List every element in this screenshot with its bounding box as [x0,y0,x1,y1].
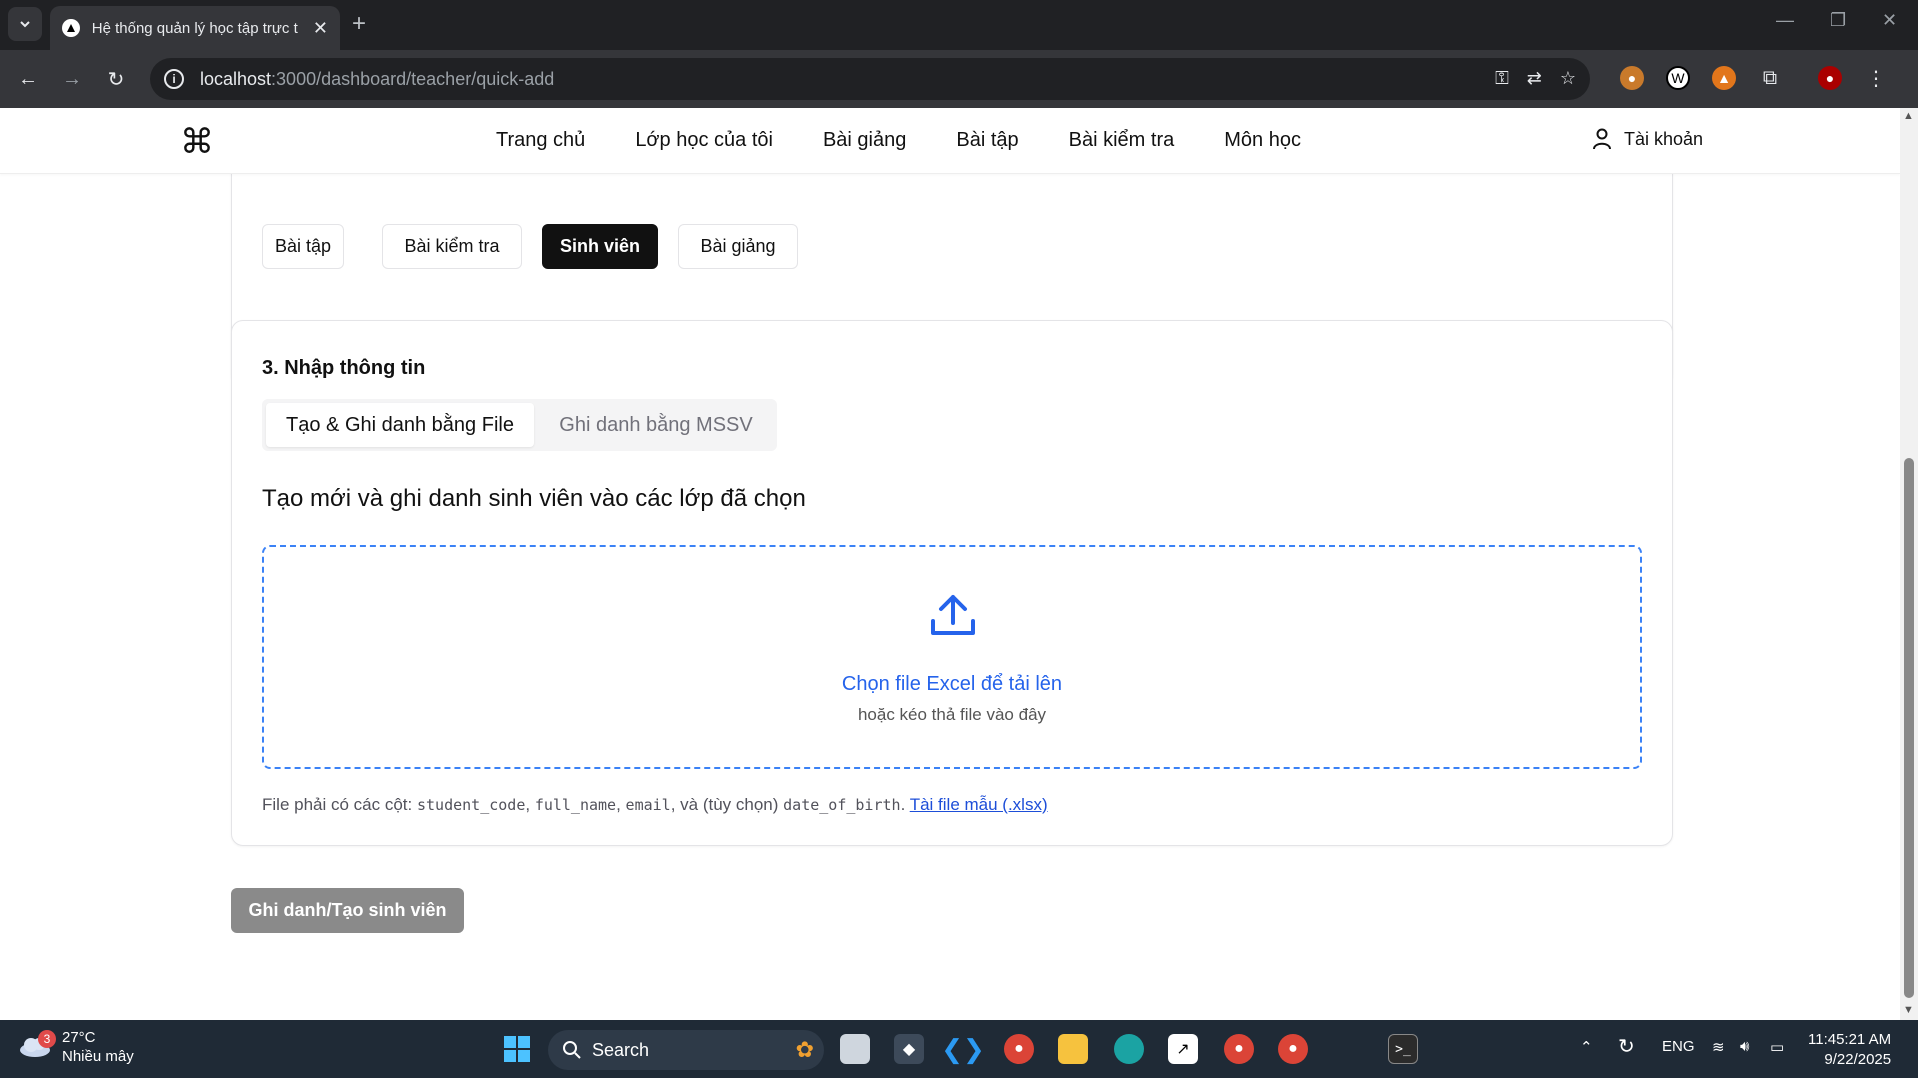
nav-home[interactable]: Trang chủ [496,129,585,152]
browser-tab[interactable]: Hệ thống quản lý học tập trực t ✕ [50,6,340,50]
subsection-title: Tạo mới và ghi danh sinh viên vào các lớ… [262,485,806,512]
address-bar[interactable]: i localhost:3000/dashboard/teacher/quick… [150,58,1590,100]
edge-icon[interactable] [1114,1034,1144,1064]
search-label: Search [592,1039,650,1060]
tab-mssv-enroll[interactable]: Ghi danh bằng MSSV [540,403,772,447]
language-indicator[interactable]: ENG [1662,1038,1695,1055]
dropzone-hint: hoặc kéo thả file vào đây [857,705,1047,724]
main-nav: Trang chủ Lớp học của tôi Bài giảng Bài … [496,129,1301,152]
reload-icon[interactable]: ↻ [100,63,132,95]
task-view-icon[interactable] [840,1034,870,1064]
blank-app-icon[interactable] [1334,1034,1364,1064]
weather-widget[interactable]: 3 27°C Nhiều mây [18,1028,134,1066]
wifi-icon[interactable]: ≋ [1712,1038,1725,1056]
chevron-down-icon [20,21,30,28]
sync-icon[interactable]: ↻ [1618,1034,1635,1059]
file-explorer-icon[interactable] [1058,1034,1088,1064]
cursor-app-icon[interactable]: ↗ [1168,1034,1198,1064]
back-icon[interactable]: ← [12,63,44,95]
volume-icon[interactable]: 🔊︎ [1740,1038,1749,1055]
terminal-icon[interactable]: >_ [1388,1034,1418,1064]
type-button-lecture[interactable]: Bài giảng [678,224,798,269]
choose-file-link[interactable]: Chọn file Excel để tải lên [264,673,1640,696]
type-button-student[interactable]: Sinh viên [542,224,658,269]
command-logo-icon[interactable]: ⌘ [180,122,214,162]
translate-icon[interactable]: ⇄ [1527,68,1542,89]
battery-icon[interactable]: ▭ [1770,1038,1784,1056]
minimize-icon[interactable]: — [1776,10,1794,31]
download-template-link[interactable]: Tài file mẫu (.xlsx) [910,795,1048,814]
search-icon [563,1041,581,1059]
site-info-icon[interactable]: i [164,69,184,89]
chevron-up-icon[interactable]: ⌃ [1580,1038,1593,1056]
nav-lectures[interactable]: Bài giảng [823,129,906,152]
search-highlight-icon: ✿ [795,1037,814,1062]
weather-condition: Nhiều mây [62,1048,134,1065]
chrome-profile-3-icon[interactable]: ● [1278,1034,1308,1064]
puzzle-icon[interactable]: ⧉ [1758,66,1782,90]
tab-search-button[interactable] [8,7,42,41]
type-button-exam[interactable]: Bài kiểm tra [382,224,522,269]
chrome-profile-2-icon[interactable]: ● [1224,1034,1254,1064]
clock-date: 9/22/2025 [1824,1051,1892,1068]
vscode-icon[interactable]: ❮❯ [941,1034,985,1064]
clock-time: 11:45:21 AM [1808,1031,1892,1048]
extension-person-icon[interactable]: ● [1620,66,1644,90]
file-format-note: File phải có các cột: student_code, full… [262,795,1048,814]
page-scrollbar[interactable]: ▲ ▼ [1900,108,1918,1020]
input-info-card: 3. Nhập thông tin Tạo & Ghi danh bằng Fi… [231,320,1673,846]
windows-start-icon[interactable] [502,1034,532,1064]
profile-avatar[interactable]: ● [1818,66,1842,90]
restore-icon[interactable]: ❐ [1830,10,1846,31]
enroll-submit-button[interactable]: Ghi danh/Tạo sinh viên [231,888,464,933]
chrome-icon[interactable]: ● [1004,1034,1034,1064]
weather-badge: 3 [38,1030,56,1048]
nav-my-classes[interactable]: Lớp học của tôi [635,129,773,152]
cloud-icon: 3 [18,1030,56,1060]
browser-tab-bar: Hệ thống quản lý học tập trực t ✕ + — ❐ … [0,0,1918,50]
system-clock[interactable]: 11:45:21 AM 9/22/2025 [1808,1030,1891,1070]
temperature: 27°C [62,1029,96,1046]
scroll-up-icon[interactable]: ▲ [1903,110,1914,122]
close-icon[interactable]: ✕ [313,18,328,39]
extension-w-icon[interactable]: W [1666,66,1690,90]
file-dropzone[interactable]: Chọn file Excel để tải lên hoặc kéo thả … [262,545,1642,769]
section-title: 3. Nhập thông tin [262,357,426,379]
extensions-area: ● W ▲ ⧉ ● ⋮ [1620,66,1888,90]
nav-assignments[interactable]: Bài tập [956,129,1018,152]
new-tab-icon[interactable]: + [352,10,366,38]
forward-icon[interactable]: → [56,63,88,95]
upload-icon [931,595,975,635]
url-text: localhost:3000/dashboard/teacher/quick-a… [200,68,555,89]
tab-file-enroll[interactable]: Tạo & Ghi danh bằng File [266,403,534,447]
account-menu[interactable]: Tài khoản [1592,128,1703,150]
unity-icon[interactable]: ◆ [894,1034,924,1064]
page-content: ⌘ Trang chủ Lớp học của tôi Bài giảng Bà… [0,108,1900,1020]
key-icon[interactable]: ⚿ [1495,68,1509,89]
scroll-down-icon[interactable]: ▼ [1903,1004,1914,1016]
taskbar-search[interactable]: Search ✿ [548,1030,824,1070]
type-button-assignment[interactable]: Bài tập [262,224,344,269]
scroll-thumb[interactable] [1904,458,1914,998]
site-header: ⌘ Trang chủ Lớp học của tôi Bài giảng Bà… [0,108,1900,174]
star-icon[interactable]: ☆ [1560,68,1576,89]
user-icon [1593,128,1611,150]
windows-taskbar: 3 27°C Nhiều mây Search ✿ ◆ ❮❯ ● ↗ ● ● >… [0,1020,1918,1078]
nav-subjects[interactable]: Môn học [1224,129,1301,152]
kebab-menu-icon[interactable]: ⋮ [1864,66,1888,90]
window-close-icon[interactable]: ✕ [1882,10,1897,31]
tab-title: Hệ thống quản lý học tập trực t [91,19,298,37]
input-mode-tabs: Tạo & Ghi danh bằng File Ghi danh bằng M… [262,399,777,451]
account-label: Tài khoản [1624,128,1704,149]
triangle-favicon-icon [62,19,80,37]
extension-fox-icon[interactable]: ▲ [1712,66,1736,90]
nav-exams[interactable]: Bài kiểm tra [1069,129,1175,152]
